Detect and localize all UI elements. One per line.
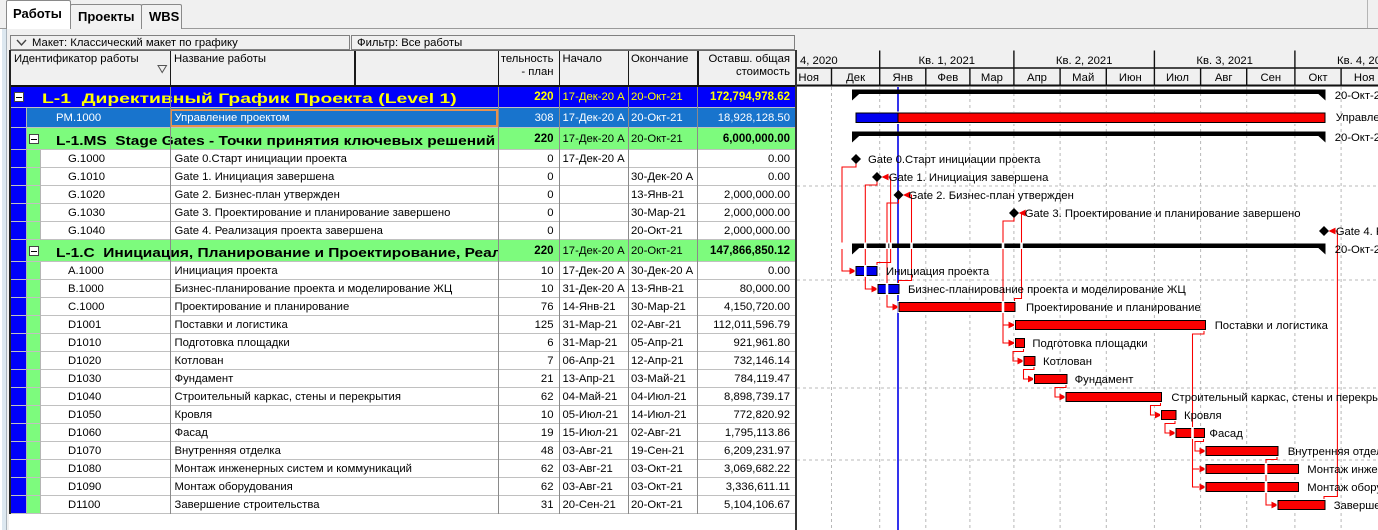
svg-text:Gate 0.Старт инициации проекта: Gate 0.Старт инициации проекта: [868, 154, 1041, 166]
svg-text:Инициация проекта: Инициация проекта: [886, 266, 990, 278]
svg-text:Монтаж оборудования: Монтаж оборудования: [1307, 482, 1378, 494]
svg-text:20-Окт-21: 20-Окт-21: [1335, 132, 1378, 144]
svg-text:Кв. 1, 2021: Кв. 1, 2021: [919, 55, 976, 67]
svg-text:Бизнес-планирование проекта и: Бизнес-планирование проекта и моделирова…: [908, 284, 1186, 296]
svg-text:Июл: Июл: [1166, 72, 1189, 84]
svg-text:Июн: Июн: [1119, 72, 1142, 84]
svg-text:20-Окт-21: 20-Окт-21: [1335, 244, 1378, 256]
svg-text:4, 2020: 4, 2020: [800, 55, 838, 67]
svg-text:Фундамент: Фундамент: [1075, 374, 1134, 386]
svg-text:Фев: Фев: [937, 72, 958, 84]
svg-text:Кв. 4, 20: Кв. 4, 20: [1337, 55, 1378, 67]
svg-text:Окт: Окт: [1308, 72, 1327, 84]
svg-text:Авг: Авг: [1215, 72, 1233, 84]
svg-text:Поставки и логистика: Поставки и логистика: [1215, 320, 1329, 332]
svg-text:Подготовка площадки: Подготовка площадки: [1032, 338, 1147, 350]
svg-text:Управление проектом: Управление проектом: [1336, 112, 1378, 124]
svg-text:Сен: Сен: [1260, 72, 1281, 84]
svg-text:20-Окт-21: 20-Окт-21: [1335, 90, 1378, 102]
svg-text:Внутренняя отделка: Внутренняя отделка: [1288, 446, 1378, 458]
svg-text:Кровля: Кровля: [1184, 410, 1222, 422]
svg-text:Gate 3. Проектирование и плани: Gate 3. Проектирование и планирование за…: [1025, 208, 1301, 220]
svg-text:Завершение строительства: Завершение строительства: [1334, 500, 1378, 512]
svg-text:Май: Май: [1072, 72, 1094, 84]
svg-text:Проектирование и планирование: Проектирование и планирование: [1026, 302, 1201, 314]
svg-text:Gate 2. Бизнес-план утвержден: Gate 2. Бизнес-план утвержден: [909, 190, 1074, 202]
svg-text:Gate 1. Инициация завершена: Gate 1. Инициация завершена: [889, 172, 1049, 184]
svg-text:Ноя: Ноя: [798, 72, 819, 84]
svg-text:Кв. 2, 2021: Кв. 2, 2021: [1056, 55, 1113, 67]
svg-text:Фасад: Фасад: [1209, 428, 1243, 440]
svg-text:Янв: Янв: [893, 72, 913, 84]
svg-text:Gate 4. Реализация проекта зав: Gate 4. Реализация проекта завершена: [1336, 226, 1378, 238]
svg-text:Монтаж инженерных систем и ком: Монтаж инженерных систем и коммуникаций: [1307, 464, 1378, 476]
svg-text:Строительный каркас, стены и п: Строительный каркас, стены и перекрытия: [1171, 392, 1378, 404]
svg-text:Апр: Апр: [1027, 72, 1047, 84]
svg-text:Ноя: Ноя: [1354, 72, 1375, 84]
svg-text:Котлован: Котлован: [1043, 356, 1092, 368]
svg-text:Кв. 3, 2021: Кв. 3, 2021: [1196, 55, 1253, 67]
svg-text:Дек: Дек: [846, 72, 865, 84]
svg-text:Мар: Мар: [981, 72, 1003, 84]
